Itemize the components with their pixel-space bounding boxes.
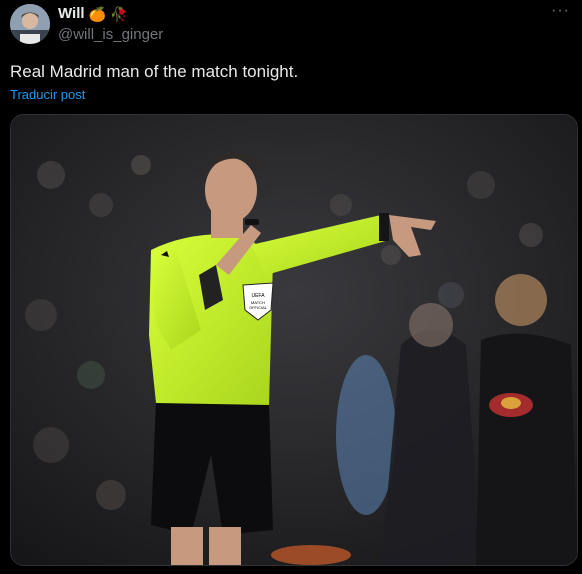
more-options-icon[interactable]: ··· (551, 2, 570, 20)
author-name-row: Will 🍊 🥀 (58, 5, 127, 22)
author-name[interactable]: Will (58, 5, 85, 22)
tweet-photo[interactable]: UEFA MATCH OFFICIAL (10, 114, 578, 566)
referee-photo: UEFA MATCH OFFICIAL (11, 115, 577, 565)
avatar-image (10, 4, 50, 44)
translate-post-link[interactable]: Traducir post (10, 87, 85, 102)
orange-emoji-icon: 🍊 (88, 5, 106, 22)
rose-emoji-icon: 🥀 (109, 5, 128, 22)
tweet-text: Real Madrid man of the match tonight. (10, 62, 299, 81)
badge-text-official: OFFICIAL (249, 305, 268, 310)
author-handle[interactable]: @will_is_ginger (58, 26, 163, 43)
avatar[interactable] (10, 4, 50, 44)
badge-text-uefa: UEFA (251, 293, 265, 299)
